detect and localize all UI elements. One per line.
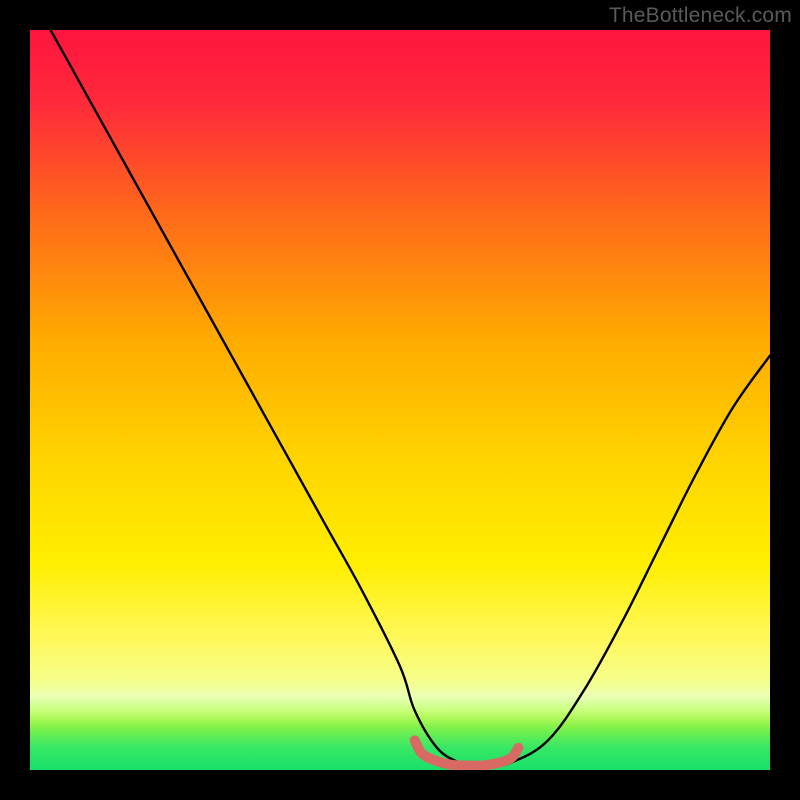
chart-frame: TheBottleneck.com [0,0,800,800]
watermark-text: TheBottleneck.com [609,4,792,28]
chart-svg [30,30,770,770]
gradient-background [30,30,770,770]
plot-area [30,30,770,770]
